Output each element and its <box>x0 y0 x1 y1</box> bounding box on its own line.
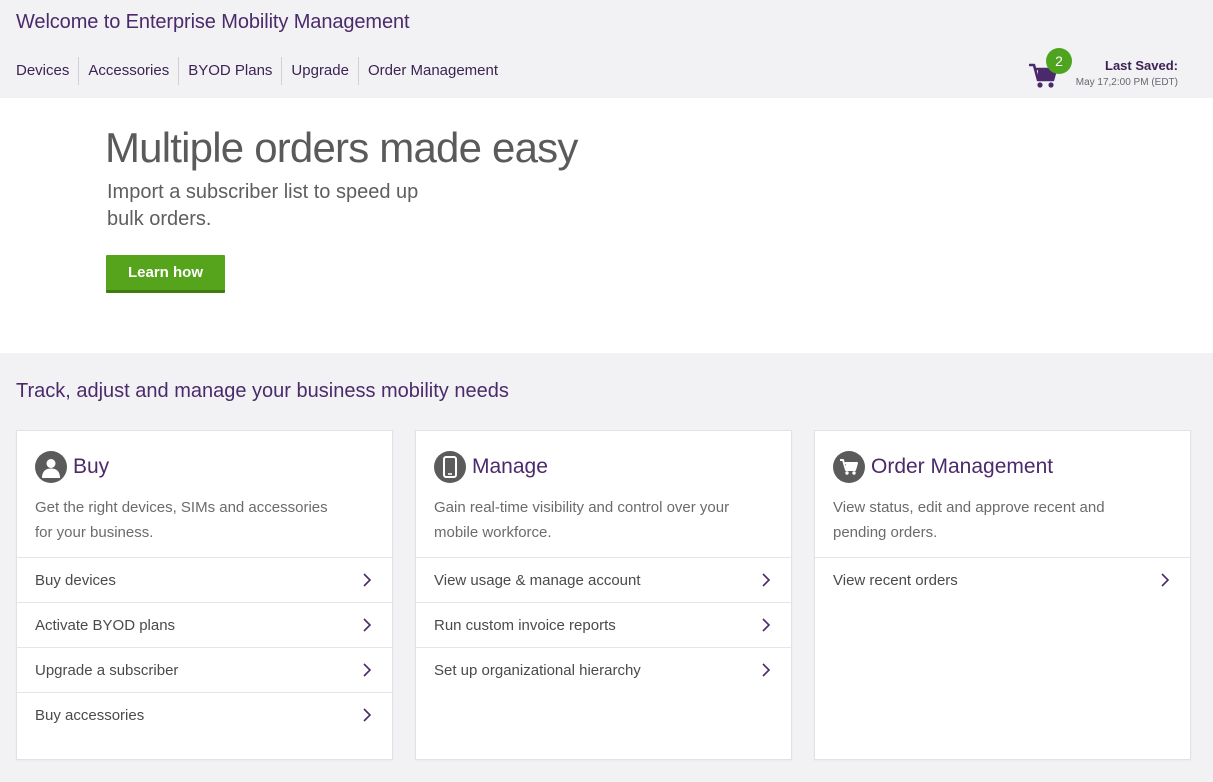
link-label: View usage & manage account <box>434 572 641 589</box>
last-saved: Last Saved: May 17,2:00 PM (EDT) <box>1076 58 1178 88</box>
invoice-reports-link[interactable]: Run custom invoice reports <box>416 602 791 647</box>
cart-icon <box>833 451 865 483</box>
card-description: Get the right devices, SIMs and accessor… <box>35 499 328 541</box>
learn-how-button[interactable]: Learn how <box>106 255 225 293</box>
chevron-right-icon <box>363 573 372 587</box>
section-title: Track, adjust and manage your business m… <box>16 380 509 402</box>
card-title: Manage <box>472 455 548 478</box>
org-hierarchy-link[interactable]: Set up organizational hierarchy <box>416 647 791 692</box>
activate-byod-plans-link[interactable]: Activate BYOD plans <box>17 602 392 647</box>
header: Welcome to Enterprise Mobility Managemen… <box>0 0 1213 98</box>
view-usage-link[interactable]: View usage & manage account <box>416 557 791 602</box>
link-label: Set up organizational hierarchy <box>434 662 641 679</box>
card-title: Buy <box>73 455 110 478</box>
phone-icon <box>434 451 466 483</box>
hero-subtitle: Import a subscriber list to speed up bul… <box>107 181 419 230</box>
cart-button[interactable]: 2 <box>1028 48 1076 92</box>
link-label: Upgrade a subscriber <box>35 662 179 679</box>
card-links: View usage & manage account Run custom i… <box>416 557 791 692</box>
card-links: Buy devices Activate BYOD plans Upgrade … <box>17 557 392 737</box>
link-label: View recent orders <box>833 572 958 589</box>
link-label: Buy accessories <box>35 707 145 724</box>
hero-title: Multiple orders made easy <box>105 124 578 171</box>
card-header: Order Management <box>833 450 1053 484</box>
hero-banner: Multiple orders made easy Import a subsc… <box>0 98 1213 353</box>
buy-devices-link[interactable]: Buy devices <box>17 557 392 602</box>
buy-accessories-link[interactable]: Buy accessories <box>17 692 392 737</box>
link-label: Buy devices <box>35 572 116 589</box>
order-management-card: Order Management View status, edit and a… <box>814 430 1191 760</box>
card-description: Gain real-time visibility and control ov… <box>434 499 730 541</box>
nav-item-upgrade[interactable]: Upgrade <box>281 57 358 85</box>
manage-card: Manage Gain real-time visibility and con… <box>415 430 792 760</box>
nav-item-devices[interactable]: Devices <box>16 57 78 85</box>
card-description: View status, edit and approve recent and… <box>833 499 1105 541</box>
app-title: Welcome to Enterprise Mobility Managemen… <box>16 11 410 33</box>
nav-item-byod-plans[interactable]: BYOD Plans <box>178 57 281 85</box>
chevron-right-icon <box>1161 573 1170 587</box>
chevron-right-icon <box>762 573 771 587</box>
last-saved-time: May 17,2:00 PM (EDT) <box>1075 77 1178 88</box>
chevron-right-icon <box>363 663 372 677</box>
card-header: Buy <box>35 450 109 484</box>
view-recent-orders-link[interactable]: View recent orders <box>815 557 1190 602</box>
cart-count-badge: 2 <box>1046 48 1072 74</box>
card-header: Manage <box>434 450 548 484</box>
card-links: View recent orders <box>815 557 1190 602</box>
last-saved-label: Last Saved: <box>1105 58 1178 73</box>
main-nav: Devices Accessories BYOD Plans Upgrade O… <box>16 57 507 85</box>
link-label: Run custom invoice reports <box>434 617 616 634</box>
upgrade-subscriber-link[interactable]: Upgrade a subscriber <box>17 647 392 692</box>
buy-card: Buy Get the right devices, SIMs and acce… <box>16 430 393 760</box>
nav-item-order-management[interactable]: Order Management <box>357 57 507 85</box>
chevron-right-icon <box>762 618 771 632</box>
card-title: Order Management <box>871 455 1054 478</box>
nav-item-accessories[interactable]: Accessories <box>78 57 178 85</box>
chevron-right-icon <box>363 708 372 722</box>
link-label: Activate BYOD plans <box>35 617 176 634</box>
chevron-right-icon <box>363 618 372 632</box>
chevron-right-icon <box>762 663 771 677</box>
user-icon <box>35 451 67 483</box>
